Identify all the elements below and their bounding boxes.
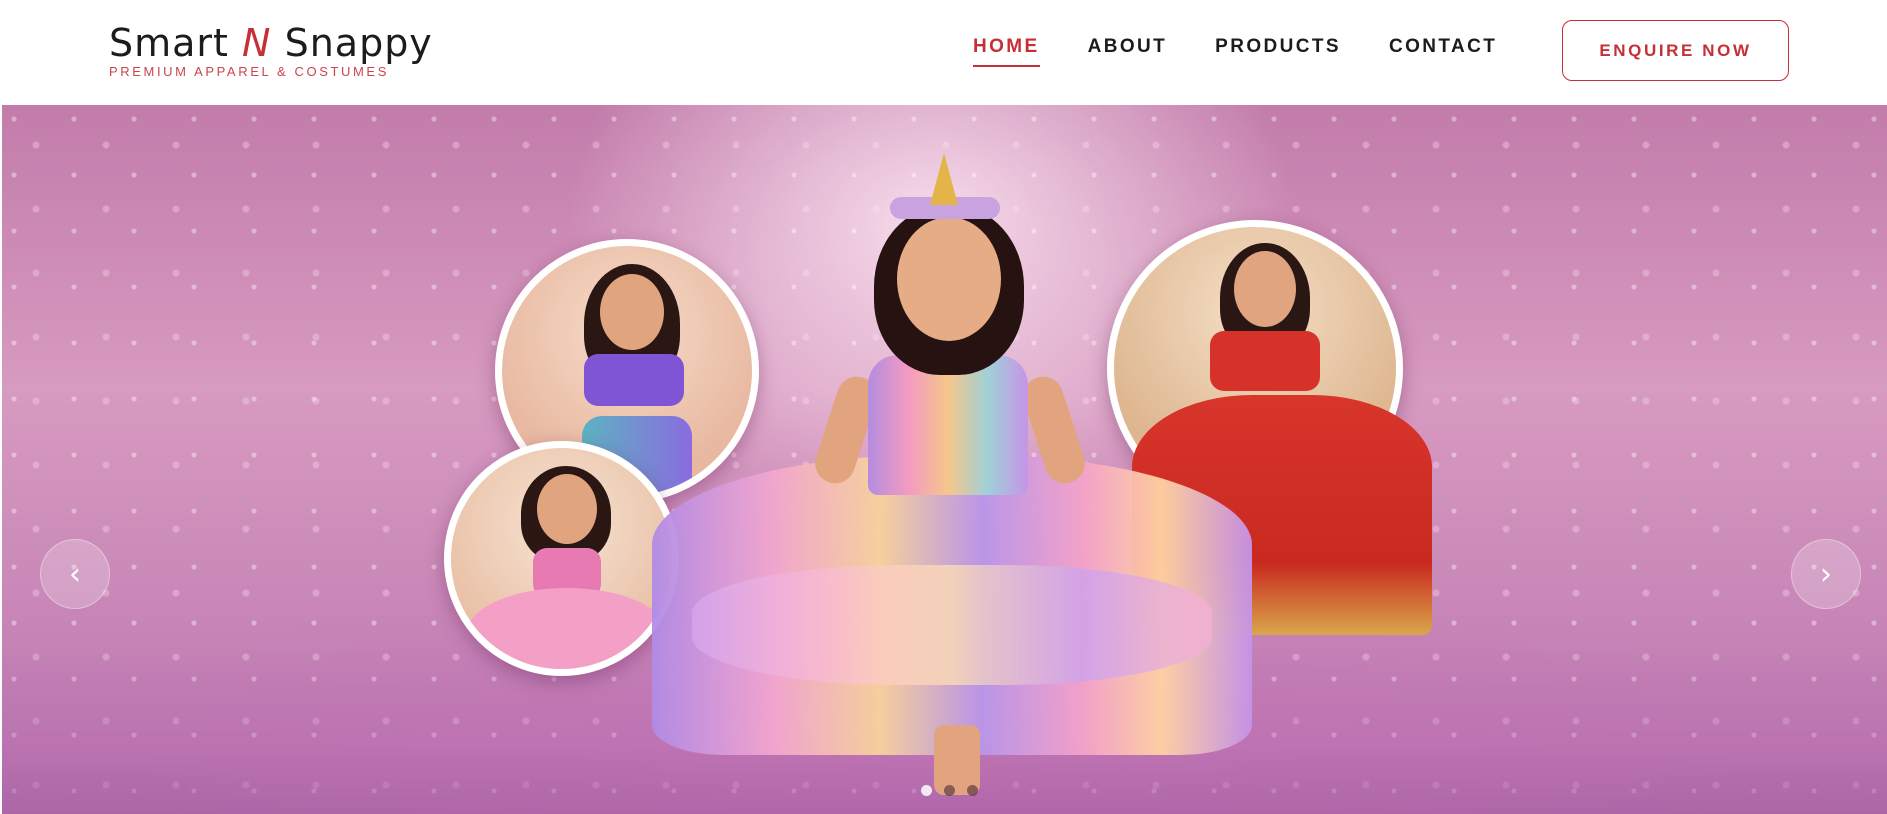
logo-tagline: PREMIUM APPAREL & COSTUMES — [109, 64, 389, 79]
main-nav: HOME ABOUT PRODUCTS CONTACT — [973, 36, 1545, 67]
site-header: Smart N Snappy PREMIUM APPAREL & COSTUME… — [0, 0, 1887, 105]
logo-word-smart: Smart — [109, 21, 229, 65]
chevron-left-icon: ‹ — [69, 556, 81, 592]
enquire-now-button[interactable]: ENQUIRE NOW — [1562, 20, 1789, 81]
carousel-dot[interactable] — [967, 785, 978, 796]
carousel-next-button[interactable]: › — [1791, 539, 1861, 609]
nav-about[interactable]: ABOUT — [1088, 36, 1168, 66]
nav-products[interactable]: PRODUCTS — [1215, 36, 1341, 66]
logo-wordmark: Smart N Snappy — [109, 20, 433, 66]
carousel-indicators — [921, 785, 978, 796]
nav-contact[interactable]: CONTACT — [1389, 36, 1497, 66]
logo-word-snappy: Snappy — [284, 21, 433, 65]
unicorn-rainbow-dress-model — [652, 125, 1252, 814]
nav-home[interactable]: HOME — [973, 36, 1040, 67]
carousel-prev-button[interactable]: ‹ — [40, 539, 110, 609]
carousel-dot[interactable] — [921, 785, 932, 796]
hero-carousel: ‹ › — [2, 105, 1887, 814]
chevron-right-icon: › — [1820, 556, 1832, 592]
unicorn-horn-icon — [930, 153, 958, 205]
sequin-bodice — [868, 355, 1028, 495]
carousel-dot[interactable] — [944, 785, 955, 796]
pink-tutu-dress-photo — [444, 441, 679, 676]
logo-letter-n: N — [242, 21, 272, 65]
logo[interactable]: Smart N Snappy PREMIUM APPAREL & COSTUME… — [109, 20, 433, 79]
